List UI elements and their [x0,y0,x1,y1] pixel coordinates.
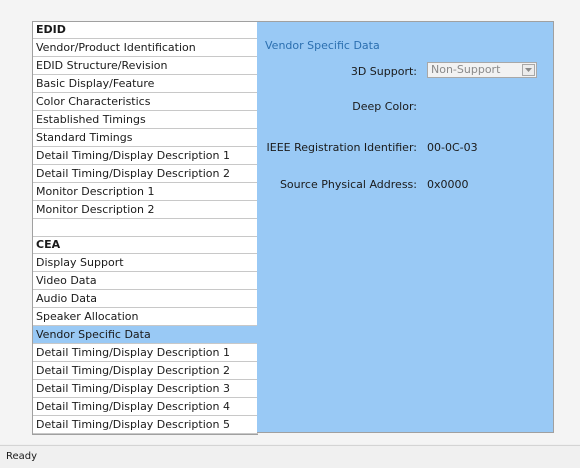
nav-item-audio-data[interactable]: Audio Data [33,290,258,308]
nav-item-vendor-product-identification[interactable]: Vendor/Product Identification [33,39,258,57]
nav-item-standard-timings[interactable]: Standard Timings [33,129,258,147]
ieee-label: IEEE Registration Identifier: [266,141,418,154]
nav-item-speaker-allocation[interactable]: Speaker Allocation [33,308,258,326]
nav-item-basic-display-feature[interactable]: Basic Display/Feature [33,75,258,93]
nav-item-monitor-description-2[interactable]: Monitor Description 2 [33,201,258,219]
dropdown-button[interactable] [522,64,535,76]
nav-item-display-support[interactable]: Display Support [33,254,258,272]
nav-item-edid-detail-timing-2[interactable]: Detail Timing/Display Description 2 [33,165,258,183]
nav-item-cea-detail-timing-3[interactable]: Detail Timing/Display Description 3 [33,380,258,398]
navigation-list: EDID Vendor/Product Identification EDID … [32,21,258,435]
nav-item-cea-detail-timing-1[interactable]: Detail Timing/Display Description 1 [33,344,258,362]
nav-item-cea-detail-timing-4[interactable]: Detail Timing/Display Description 4 [33,398,258,416]
nav-item-video-data[interactable]: Video Data [33,272,258,290]
support-3d-label: 3D Support: [350,65,417,78]
source-address-label: Source Physical Address: [279,178,417,191]
status-bar: Ready [0,445,580,468]
chevron-down-icon [525,68,532,72]
nav-spacer [33,219,258,237]
nav-item-edid-structure-revision[interactable]: EDID Structure/Revision [33,57,258,75]
detail-panel: Vendor Specific Data 3D Support: Non-Sup… [257,21,554,433]
nav-item-established-timings[interactable]: Established Timings [33,111,258,129]
window-frame: EDID Vendor/Product Identification EDID … [0,0,580,444]
nav-item-cea-detail-timing-5[interactable]: Detail Timing/Display Description 5 [33,416,258,434]
source-address-value: 0x0000 [427,178,469,191]
nav-item-vendor-specific-data[interactable]: Vendor Specific Data [33,326,258,344]
status-text: Ready [6,451,38,462]
support-3d-value: Non-Support [431,63,501,76]
ieee-value: 00-0C-03 [427,141,478,154]
support-3d-select[interactable]: Non-Support [427,62,537,78]
nav-item-cea-detail-timing-2[interactable]: Detail Timing/Display Description 2 [33,362,258,380]
section-title: Vendor Specific Data [265,39,380,52]
nav-item-color-characteristics[interactable]: Color Characteristics [33,93,258,111]
nav-item-monitor-description-1[interactable]: Monitor Description 1 [33,183,258,201]
deep-color-label: Deep Color: [352,100,417,113]
edid-group-header: EDID [33,22,258,39]
nav-item-edid-detail-timing-1[interactable]: Detail Timing/Display Description 1 [33,147,258,165]
cea-group-header: CEA [33,237,258,254]
